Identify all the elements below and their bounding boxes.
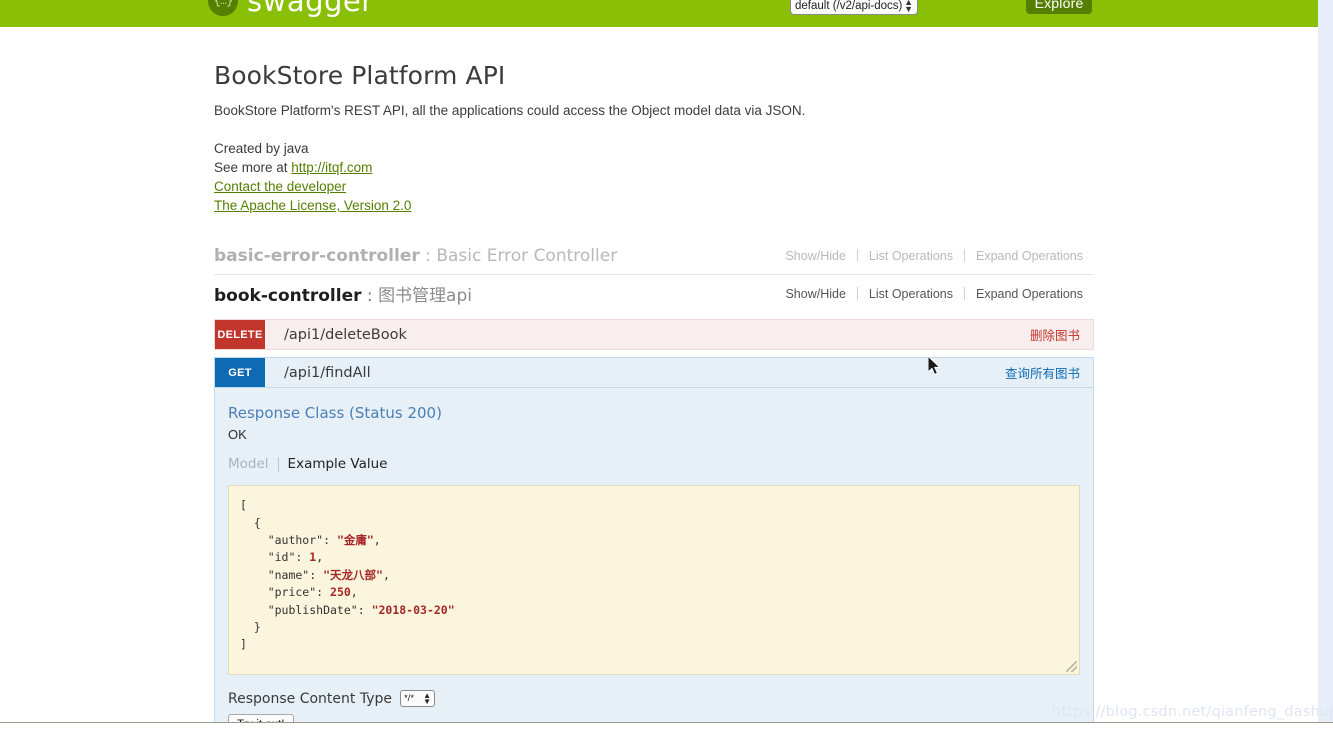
resource-book-controller[interactable]: book-controller : 图书管理api Show/Hide List… (214, 274, 1094, 312)
operation-header[interactable]: DELETE /api1/deleteBook 删除图书 (215, 320, 1093, 350)
operation-body-findall: Response Class (Status 200) OK Model Exa… (214, 388, 1094, 733)
license-link[interactable]: The Apache License, Version 2.0 (214, 198, 411, 213)
resource-description: 图书管理api (378, 286, 472, 307)
operation-path[interactable]: /api1/findAll (265, 365, 1005, 381)
api-description: BookStore Platform's REST API, all the a… (214, 103, 806, 118)
main-content: BookStore Platform API BookStore Platfor… (214, 27, 1094, 733)
operation-summary: 删除图书 (1029, 329, 1080, 344)
resource-name: book-controller (214, 286, 362, 307)
resource-heading: book-controller : 图书管理api (214, 281, 472, 306)
response-content-type-value: */* (403, 693, 415, 705)
see-more-line: See more at http://itqf.com (214, 158, 1094, 177)
resource-basic-error-controller[interactable]: basic-error-controller : Basic Error Con… (214, 237, 1094, 274)
resource-options: Show/Hide List Operations Expand Operati… (774, 249, 1094, 263)
window-bottom-fill (0, 723, 1333, 733)
operation-get-findall[interactable]: GET /api1/findAll 查询所有图书 (214, 357, 1094, 389)
resource-description: Basic Error Controller (436, 245, 618, 266)
response-content-type-select[interactable]: */* ▲ ▼ (399, 690, 435, 708)
swagger-braces-icon: {…} (208, 0, 238, 16)
model-example-tabs: Model Example Value (228, 456, 1080, 472)
api-docs-select-value: default (/v2/api-docs) (795, 0, 903, 12)
explore-button[interactable]: Explore (1026, 0, 1092, 14)
page-title: BookStore Platform API (214, 61, 506, 90)
operation-delete-deletebook[interactable]: DELETE /api1/deleteBook 删除图书 (214, 319, 1094, 351)
operation-header[interactable]: GET /api1/findAll 查询所有图书 (215, 358, 1093, 388)
response-content-type-label: Response Content Type (228, 690, 392, 707)
license-line: The Apache License, Version 2.0 (214, 196, 1094, 215)
chevron-updown-icon: ▲ ▼ (904, 0, 913, 14)
tab-example-value[interactable]: Example Value (279, 456, 388, 472)
swagger-logo[interactable]: {…} swagger (208, 0, 374, 16)
response-class-title: Response Class (Status 200) (228, 404, 442, 423)
show-hide-link[interactable]: Show/Hide (774, 249, 856, 263)
list-operations-link[interactable]: List Operations (858, 287, 964, 301)
swagger-logo-text: swagger (247, 0, 374, 18)
response-status-text: OK (228, 427, 247, 443)
chevron-updown-icon: ▲ ▼ (423, 690, 431, 706)
method-badge-delete: DELETE (215, 320, 265, 350)
resource-separator: : (361, 286, 379, 307)
contact-line: Contact the developer (214, 177, 1094, 196)
example-value-box[interactable]: [ { "author": "金庸", "id": 1, "name": "天龙… (228, 485, 1080, 676)
tab-model[interactable]: Model (228, 456, 278, 472)
resource-name: basic-error-controller (214, 245, 420, 266)
swagger-ui-page: {…} swagger default (/v2/api-docs) ▲ ▼ Ex… (0, 0, 1333, 733)
page-scroll-gutter[interactable] (1318, 0, 1333, 723)
api-meta: Created by java See more at http://itqf.… (214, 139, 1094, 215)
resize-handle[interactable] (1066, 661, 1077, 673)
example-value-code: [ { "author": "金庸", "id": 1, "name": "天龙… (240, 498, 455, 652)
response-content-type-row: Response Content Type */* ▲ ▼ (228, 690, 1080, 708)
list-operations-link[interactable]: List Operations (858, 249, 964, 263)
see-more-link[interactable]: http://itqf.com (291, 160, 372, 175)
created-by-line: Created by java (214, 141, 309, 157)
see-more-prefix: See more at (214, 160, 292, 176)
contact-developer-link[interactable]: Contact the developer (214, 179, 346, 194)
api-docs-select[interactable]: default (/v2/api-docs) ▲ ▼ (790, 0, 918, 15)
expand-operations-link[interactable]: Expand Operations (965, 287, 1094, 301)
mouse-cursor-icon (928, 356, 941, 376)
resource-separator: : (419, 245, 437, 266)
watermark-text: https://blog.csdn.net/qianfeng_dashuju (1052, 704, 1333, 720)
show-hide-link[interactable]: Show/Hide (774, 287, 856, 301)
resource-options: Show/Hide List Operations Expand Operati… (774, 287, 1094, 301)
resource-heading: basic-error-controller : Basic Error Con… (214, 246, 617, 266)
method-badge-get: GET (215, 358, 265, 388)
swagger-topbar: {…} swagger default (/v2/api-docs) ▲ ▼ Ex… (0, 0, 1318, 27)
operation-summary: 查询所有图书 (1004, 367, 1080, 382)
operation-path[interactable]: /api1/deleteBook (265, 327, 1030, 343)
expand-operations-link[interactable]: Expand Operations (965, 249, 1094, 263)
